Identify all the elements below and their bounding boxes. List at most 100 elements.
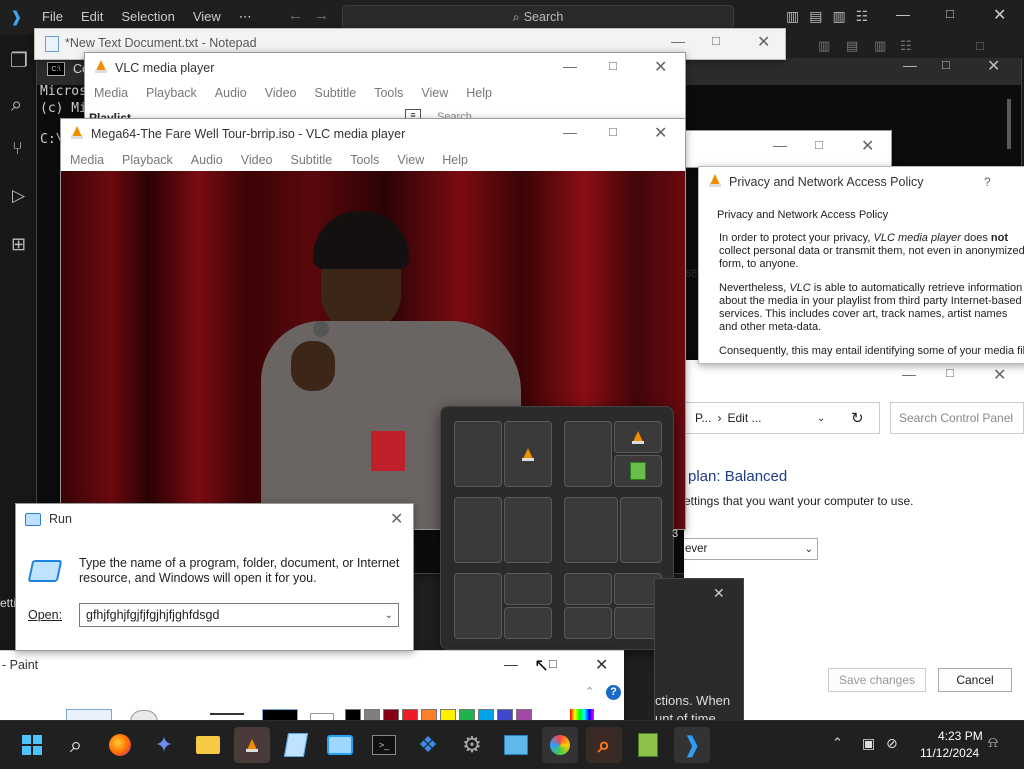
cp-top-close-button[interactable]: ✕: [861, 136, 874, 156]
layout-icon[interactable]: ▤: [846, 38, 858, 54]
taskbar-app-blue[interactable]: ❖: [410, 727, 446, 763]
notepad-maximize-button[interactable]: □: [712, 33, 720, 48]
cmd-minimize-button[interactable]: —: [903, 57, 917, 73]
snap-zone[interactable]: [454, 573, 502, 639]
cp-breadcrumb-2[interactable]: Edit ...: [727, 411, 761, 425]
vlc-back-menu-help[interactable]: Help: [457, 86, 501, 100]
snap-zone[interactable]: [564, 497, 618, 563]
snap-zone[interactable]: [454, 421, 502, 487]
cp-breadcrumb-1[interactable]: P...: [695, 411, 711, 425]
cp-address-bar[interactable]: P... › Edit ... ⌄ ↻: [684, 402, 880, 434]
refresh-icon[interactable]: ↻: [851, 409, 864, 427]
vlc-back-close-button[interactable]: ✕: [654, 57, 667, 77]
vlc-back-menu-playback[interactable]: Playback: [137, 86, 206, 100]
toggle-secondary-sidebar-icon[interactable]: ▥: [832, 8, 845, 25]
vlc-back-maximize-button[interactable]: □: [609, 58, 617, 73]
taskbar-firefox[interactable]: [102, 727, 138, 763]
vlc-menu-subtitle[interactable]: Subtitle: [282, 153, 342, 167]
snap-zone[interactable]: [504, 497, 552, 563]
vlc-front-minimize-button[interactable]: —: [563, 124, 577, 140]
cp-cancel-button[interactable]: Cancel: [938, 668, 1012, 692]
taskbar-vscode[interactable]: ❱: [674, 727, 710, 763]
vscode-menu-file[interactable]: File: [42, 9, 63, 25]
snap-zone[interactable]: [564, 607, 612, 639]
vscode-menu-edit[interactable]: Edit: [81, 9, 103, 25]
cp-top-minimize-button[interactable]: —: [773, 137, 787, 153]
vlc-menu-playback[interactable]: Playback: [113, 153, 182, 167]
vlc-back-menu-audio[interactable]: Audio: [206, 86, 256, 100]
notepad-close-button[interactable]: ✕: [757, 32, 770, 52]
vlc-menu-tools[interactable]: Tools: [341, 153, 388, 167]
snap-zone[interactable]: [504, 573, 552, 605]
vlc-back-menu-tools[interactable]: Tools: [365, 86, 412, 100]
taskbar-settings[interactable]: ⚙: [454, 727, 490, 763]
snap-zone[interactable]: [454, 497, 502, 563]
layout-icon[interactable]: ☷: [900, 38, 912, 54]
paint-size-icon[interactable]: [210, 713, 244, 715]
extensions-icon[interactable]: ⊞: [11, 234, 26, 255]
taskbar-search-app[interactable]: ⌕: [586, 727, 622, 763]
vlc-back-menu-subtitle[interactable]: Subtitle: [306, 86, 366, 100]
toggle-panel-icon[interactable]: ▤: [809, 8, 822, 25]
taskbar-vlc[interactable]: [234, 727, 270, 763]
taskbar-notepadpp[interactable]: [630, 727, 666, 763]
cmd-maximize-button[interactable]: □: [942, 57, 950, 72]
forward-arrow-icon[interactable]: →: [314, 7, 329, 24]
cp-save-button[interactable]: Save changes: [828, 668, 926, 692]
run-debug-icon[interactable]: ▷: [12, 186, 25, 206]
vlc-back-menu-view[interactable]: View: [412, 86, 457, 100]
cp-minimize-button[interactable]: —: [902, 366, 916, 382]
vscode-close-button[interactable]: ✕: [993, 5, 1006, 25]
collapse-ribbon-icon[interactable]: ⌃: [585, 685, 594, 698]
chevron-down-icon[interactable]: ⌄: [385, 610, 393, 621]
clock-date[interactable]: 11/12/2024: [920, 746, 979, 760]
privacy-help-button[interactable]: ?: [984, 175, 991, 189]
cp-close-button[interactable]: ✕: [993, 365, 1006, 385]
paint-minimize-button[interactable]: —: [504, 656, 518, 672]
run-open-input[interactable]: gfhjfghjfgjfjfgjhjfjghfdsgd ⌄: [79, 603, 399, 627]
customize-layout-icon[interactable]: ☷: [856, 8, 869, 25]
vlc-back-menu-video[interactable]: Video: [256, 86, 306, 100]
cp-top-maximize-button[interactable]: □: [815, 137, 823, 152]
maximize-icon[interactable]: □: [976, 38, 984, 53]
cp-search-input[interactable]: Search Control Panel: [890, 402, 1024, 434]
vlc-menu-view[interactable]: View: [388, 153, 433, 167]
vlc-menu-video[interactable]: Video: [232, 153, 282, 167]
show-hidden-icons-icon[interactable]: ⌃: [832, 735, 843, 751]
vlc-back-minimize-button[interactable]: —: [563, 58, 577, 74]
run-close-button[interactable]: ✕: [390, 509, 403, 529]
taskbar-run[interactable]: [322, 727, 358, 763]
paint-maximize-button[interactable]: □: [549, 656, 557, 671]
notepad-minimize-button[interactable]: —: [671, 33, 685, 49]
taskbar-control-panel[interactable]: [498, 727, 534, 763]
snap-zone[interactable]: [620, 497, 662, 563]
vscode-menu-selection[interactable]: Selection: [121, 9, 174, 25]
network-icon[interactable]: ▣: [862, 735, 875, 752]
cp-sleep-select[interactable]: ever ⌄: [684, 538, 818, 560]
taskbar-terminal[interactable]: >_: [366, 727, 402, 763]
vscode-menu-more[interactable]: ⋯: [239, 9, 252, 25]
vscode-search-box[interactable]: ⌕ Search: [342, 5, 734, 29]
vscode-minimize-button[interactable]: —: [896, 6, 910, 22]
layout-icon[interactable]: ▥: [818, 38, 830, 54]
search-icon[interactable]: ⌕: [11, 94, 22, 117]
snap-zone[interactable]: [504, 607, 552, 639]
vlc-front-close-button[interactable]: ✕: [654, 123, 667, 143]
explorer-icon[interactable]: ❐: [10, 48, 28, 73]
back-arrow-icon[interactable]: ←: [288, 7, 303, 24]
layout-icon[interactable]: ▥: [874, 38, 886, 54]
vlc-menu-audio[interactable]: Audio: [182, 153, 232, 167]
vlc-menu-help[interactable]: Help: [433, 153, 477, 167]
source-control-icon[interactable]: ⑂: [12, 138, 23, 159]
notification-bell-icon[interactable]: ⍾: [988, 734, 998, 751]
taskbar-notepad-app[interactable]: [278, 727, 314, 763]
toggle-sidebar-icon[interactable]: ▥: [786, 8, 799, 25]
cmd-scrollbar[interactable]: [1007, 99, 1011, 149]
start-button[interactable]: [14, 727, 50, 763]
vscode-maximize-button[interactable]: □: [946, 6, 954, 21]
vlc-front-maximize-button[interactable]: □: [609, 124, 617, 139]
volume-muted-icon[interactable]: ⊘: [886, 735, 898, 752]
paint-close-button[interactable]: ✕: [595, 655, 608, 675]
chevron-down-icon[interactable]: ⌄: [817, 413, 825, 424]
snap-zone[interactable]: [614, 455, 662, 487]
